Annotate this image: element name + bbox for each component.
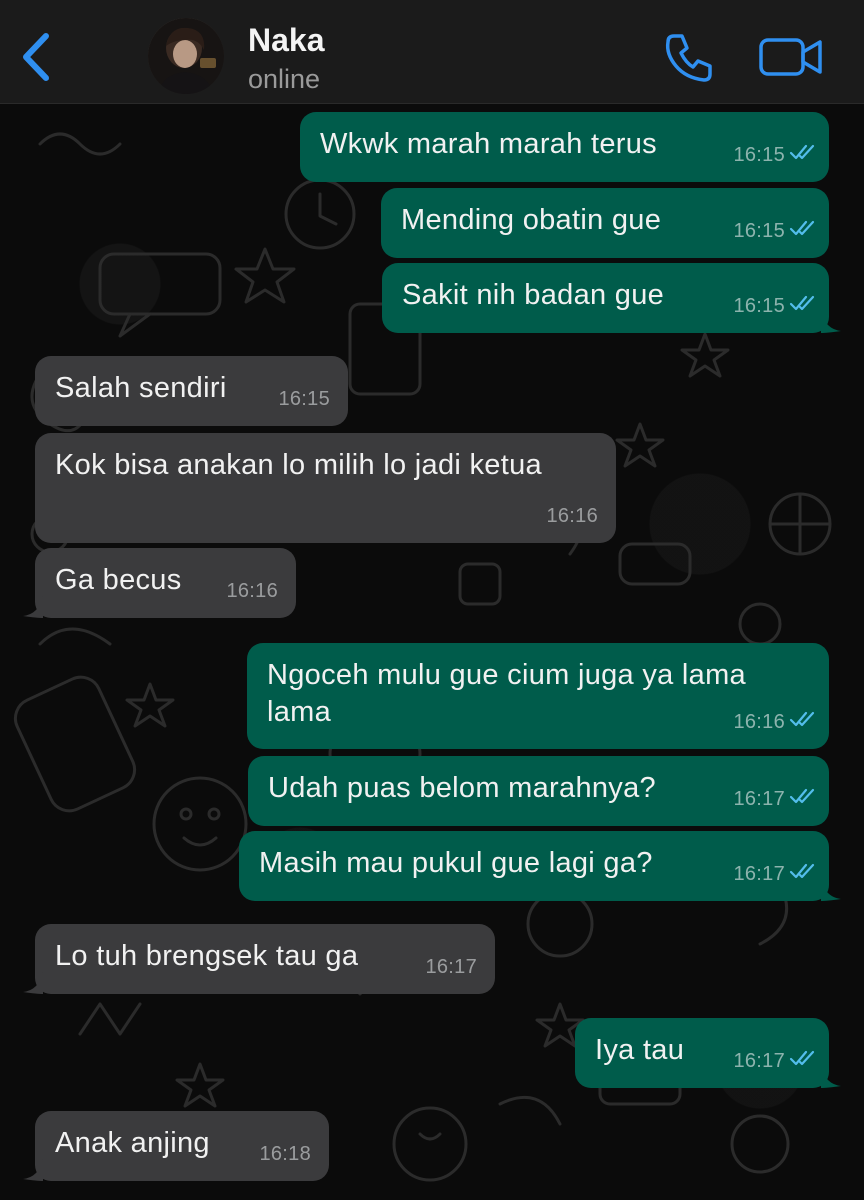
double-check-icon	[789, 144, 815, 160]
contact-status: online	[248, 64, 321, 94]
outgoing-message[interactable]: Masih mau pukul gue lagi ga? 16:17	[239, 831, 841, 901]
outgoing-message[interactable]: Sakit nih badan gue 16:15	[382, 263, 841, 333]
message-meta: 16:17	[733, 781, 819, 818]
message-text: Anak anjing	[55, 1127, 210, 1159]
message-time: 16:17	[425, 956, 477, 978]
phone-icon	[665, 34, 712, 82]
double-check-icon	[789, 220, 815, 236]
double-check-icon	[789, 711, 815, 727]
message-meta: 16:15	[278, 381, 330, 418]
message-text: Ngoceh mulu gue cium juga ya lama lama	[267, 659, 746, 728]
bubble-tail	[23, 1159, 43, 1181]
outgoing-message[interactable]: Mending obatin gue 16:15	[381, 188, 829, 258]
read-receipt	[789, 704, 819, 741]
message-time: 16:16	[733, 711, 785, 733]
message-text: Wkwk marah marah terus	[320, 128, 657, 160]
back-button[interactable]	[16, 30, 56, 84]
outgoing-message[interactable]: Ngoceh mulu gue cium juga ya lama lama 16…	[247, 643, 829, 749]
double-check-icon	[789, 1050, 815, 1066]
message-text: Mending obatin gue	[401, 204, 662, 236]
message-text: Ga becus	[55, 564, 182, 596]
bubble-tail	[23, 596, 43, 618]
video-call-button[interactable]	[758, 34, 824, 80]
message-time: 16:16	[226, 580, 278, 602]
incoming-message[interactable]: Salah sendiri 16:15	[35, 356, 348, 426]
incoming-message[interactable]: Ga becus 16:16	[23, 548, 296, 618]
double-check-icon	[789, 863, 815, 879]
message-text: Masih mau pukul gue lagi ga?	[259, 847, 653, 879]
message-meta: 16:15	[733, 137, 819, 174]
contact-name[interactable]: Naka	[248, 22, 325, 59]
message-meta: 16:15	[733, 213, 819, 250]
read-receipt	[789, 288, 819, 325]
message-time: 16:18	[259, 1143, 311, 1165]
message-meta: 16:17	[733, 1043, 819, 1080]
message-meta: 16:16	[226, 573, 278, 610]
incoming-message[interactable]: Anak anjing 16:18	[23, 1111, 329, 1181]
message-meta: 16:17	[425, 949, 477, 986]
read-receipt	[789, 1043, 819, 1080]
message-meta: 16:15	[733, 288, 819, 325]
read-receipt	[789, 781, 819, 818]
message-meta: 16:16	[733, 704, 819, 741]
message-meta: 16:16	[546, 498, 598, 535]
bubble-tail	[821, 311, 841, 333]
message-text: Udah puas belom marahnya?	[268, 772, 656, 804]
incoming-message[interactable]: Kok bisa anakan lo milih lo jadi ketua 16…	[35, 433, 616, 543]
message-text: Kok bisa anakan lo milih lo jadi ketua	[55, 449, 542, 481]
message-time: 16:17	[733, 788, 785, 810]
avatar[interactable]	[148, 18, 224, 94]
bubble-tail	[821, 1066, 841, 1088]
message-meta: 16:17	[733, 856, 819, 893]
outgoing-message[interactable]: Iya tau 16:17	[575, 1018, 841, 1088]
message-meta: 16:18	[259, 1136, 311, 1173]
message-time: 16:15	[733, 295, 785, 317]
bubble-tail	[821, 879, 841, 901]
message-time: 16:15	[733, 144, 785, 166]
message-text: Salah sendiri	[55, 372, 227, 404]
message-text: Sakit nih badan gue	[402, 279, 665, 311]
outgoing-message[interactable]: Wkwk marah marah terus 16:15	[300, 112, 829, 182]
message-text: Iya tau	[595, 1034, 685, 1066]
message-time: 16:17	[733, 1050, 785, 1072]
avatar-photo	[148, 18, 224, 94]
read-receipt	[789, 137, 819, 174]
message-time: 16:17	[733, 863, 785, 885]
voice-call-button[interactable]	[662, 30, 716, 84]
chevron-left-icon	[23, 33, 49, 81]
outgoing-message[interactable]: Udah puas belom marahnya? 16:17	[248, 756, 829, 826]
chat-header: Naka online	[0, 0, 864, 104]
video-camera-icon	[759, 38, 822, 76]
message-time: 16:16	[546, 505, 598, 527]
double-check-icon	[789, 788, 815, 804]
message-time: 16:15	[278, 388, 330, 410]
bubble-tail	[23, 972, 43, 994]
message-time: 16:15	[733, 220, 785, 242]
incoming-message[interactable]: Lo tuh brengsek tau ga 16:17	[23, 924, 495, 994]
read-receipt	[789, 213, 819, 250]
double-check-icon	[789, 295, 815, 311]
message-text: Lo tuh brengsek tau ga	[55, 940, 359, 972]
read-receipt	[789, 856, 819, 893]
